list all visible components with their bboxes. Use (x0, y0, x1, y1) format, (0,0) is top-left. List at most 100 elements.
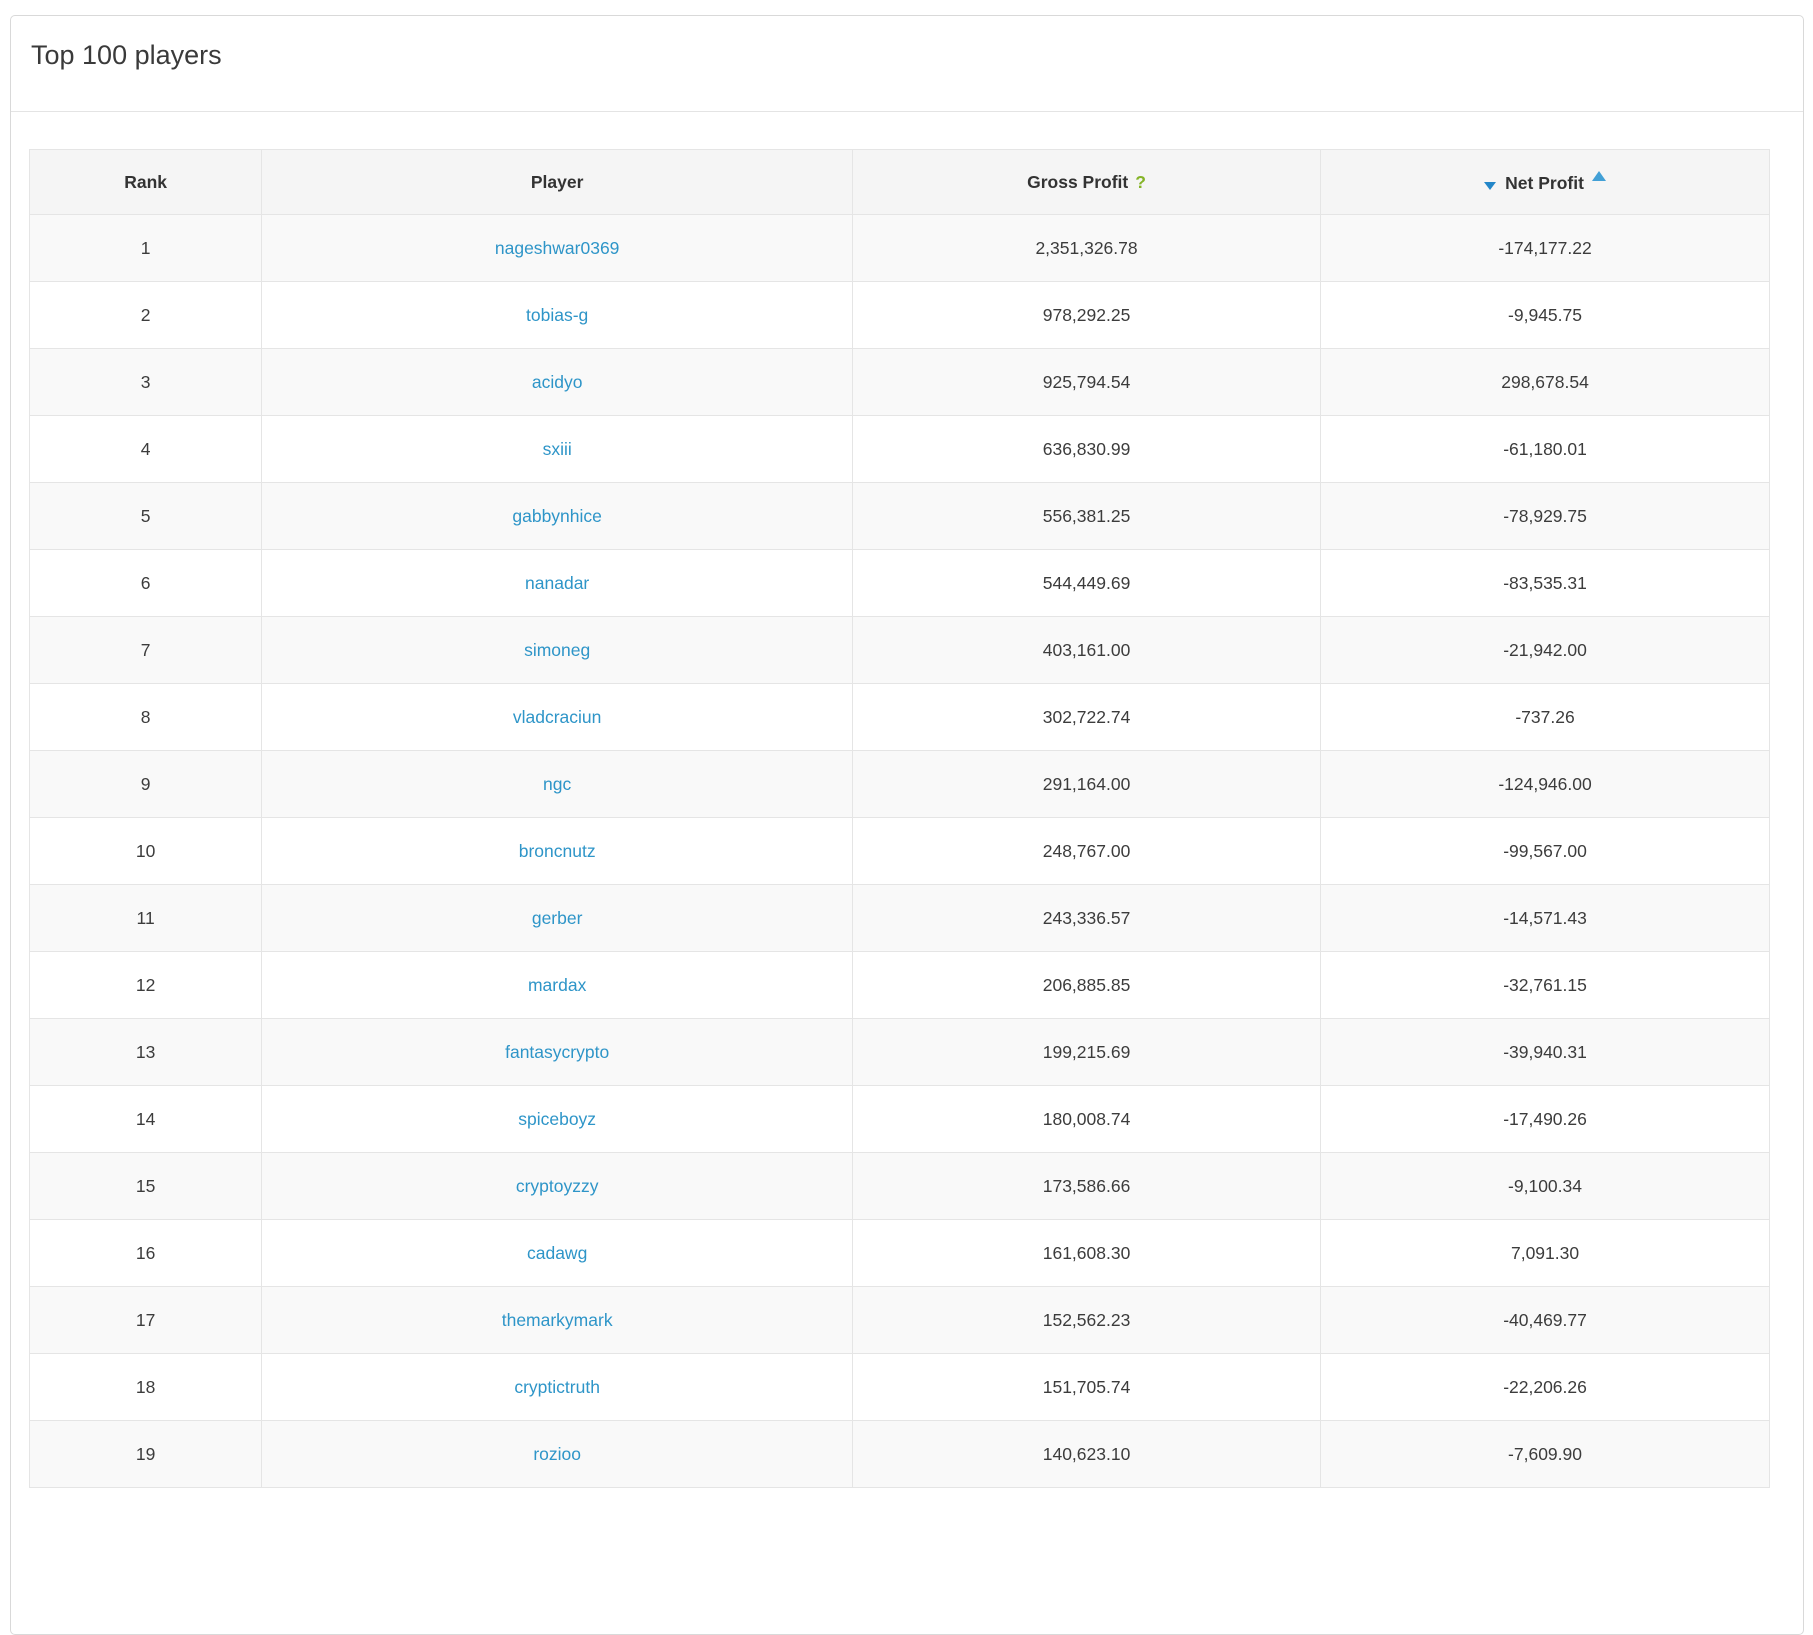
net-profit-cell: -83,535.31 (1320, 549, 1770, 617)
net-profit-cell: -7,609.90 (1320, 1420, 1770, 1488)
player-link[interactable]: cryptoyzzy (516, 1176, 599, 1196)
gross-profit-cell: 636,830.99 (852, 415, 1322, 483)
gross-profit-cell: 199,215.69 (852, 1018, 1322, 1086)
table-row: 7 simoneg 403,161.00 -21,942.00 (28, 616, 1770, 684)
column-header-player: Player (261, 149, 854, 215)
net-profit-cell: -61,180.01 (1320, 415, 1770, 483)
player-cell: cryptoyzzy (261, 1152, 854, 1220)
table-row: 18 cryptictruth 151,705.74 -22,206.26 (28, 1353, 1770, 1421)
player-cell: acidyo (261, 348, 854, 416)
gross-profit-cell: 302,722.74 (852, 683, 1322, 751)
player-link[interactable]: simoneg (524, 640, 590, 660)
sort-asc-icon (1591, 170, 1606, 181)
player-link[interactable]: gerber (532, 908, 583, 928)
net-profit-cell: -39,940.31 (1320, 1018, 1770, 1086)
rank-cell: 5 (28, 482, 263, 550)
gross-profit-cell: 403,161.00 (852, 616, 1322, 684)
player-link[interactable]: tobias-g (526, 305, 588, 325)
net-profit-cell: -17,490.26 (1320, 1085, 1770, 1153)
player-link[interactable]: themarkymark (502, 1310, 613, 1330)
player-cell: themarkymark (261, 1286, 854, 1354)
player-cell: rozioo (261, 1420, 854, 1488)
player-link[interactable]: rozioo (533, 1444, 581, 1464)
player-cell: spiceboyz (261, 1085, 854, 1153)
rank-cell: 4 (28, 415, 263, 483)
net-profit-cell: -9,100.34 (1320, 1152, 1770, 1220)
net-profit-cell: -40,469.77 (1320, 1286, 1770, 1354)
player-link[interactable]: nageshwar0369 (495, 238, 620, 258)
player-cell: tobias-g (261, 281, 854, 349)
player-cell: mardax (261, 951, 854, 1019)
gross-profit-cell: 291,164.00 (852, 750, 1322, 818)
player-cell: ngc (261, 750, 854, 818)
rank-cell: 13 (28, 1018, 263, 1086)
gross-profit-cell: 243,336.57 (852, 884, 1322, 952)
column-header-net-profit[interactable]: Net Profit (1320, 149, 1770, 215)
table-row: 11 gerber 243,336.57 -14,571.43 (28, 884, 1770, 952)
player-link[interactable]: broncnutz (519, 841, 596, 861)
gross-profit-cell: 151,705.74 (852, 1353, 1322, 1421)
player-cell: simoneg (261, 616, 854, 684)
gross-profit-cell: 161,608.30 (852, 1219, 1322, 1287)
player-link[interactable]: nanadar (525, 573, 589, 593)
net-profit-header-label: Net Profit (1505, 172, 1584, 193)
net-profit-cell: 298,678.54 (1320, 348, 1770, 416)
player-link[interactable]: acidyo (532, 372, 583, 392)
table-row: 15 cryptoyzzy 173,586.66 -9,100.34 (28, 1152, 1770, 1220)
gross-profit-cell: 248,767.00 (852, 817, 1322, 885)
gross-profit-cell: 173,586.66 (852, 1152, 1322, 1220)
gross-profit-cell: 978,292.25 (852, 281, 1322, 349)
table-row: 5 gabbynhice 556,381.25 -78,929.75 (28, 482, 1770, 550)
player-cell: broncnutz (261, 817, 854, 885)
rank-cell: 9 (28, 750, 263, 818)
player-link[interactable]: ngc (543, 774, 571, 794)
net-profit-cell: -22,206.26 (1320, 1353, 1770, 1421)
net-profit-cell: -21,942.00 (1320, 616, 1770, 684)
gross-profit-cell: 180,008.74 (852, 1085, 1322, 1153)
player-cell: nanadar (261, 549, 854, 617)
net-profit-cell: -14,571.43 (1320, 884, 1770, 952)
player-link[interactable]: cryptictruth (514, 1377, 600, 1397)
sort-desc-icon[interactable] (1484, 181, 1497, 190)
player-link[interactable]: fantasycrypto (505, 1042, 609, 1062)
player-cell: gerber (261, 884, 854, 952)
table-row: 8 vladcraciun 302,722.74 -737.26 (28, 683, 1770, 751)
table-body: 1 nageshwar0369 2,351,326.78 -174,177.22… (28, 214, 1770, 1488)
player-header-label: Player (530, 171, 584, 192)
net-profit-cell: -124,946.00 (1320, 750, 1770, 818)
help-icon[interactable]: ? (1135, 172, 1146, 192)
player-link[interactable]: vladcraciun (513, 707, 602, 727)
rank-cell: 14 (28, 1085, 263, 1153)
player-cell: cryptictruth (261, 1353, 854, 1421)
player-link[interactable]: gabbynhice (512, 506, 602, 526)
player-link[interactable]: sxiii (543, 439, 572, 459)
player-cell: cadawg (261, 1219, 854, 1287)
players-table: Rank Player Gross Profit? Net Profit 1 n… (28, 149, 1770, 1488)
top-players-card: Top 100 players Rank Player Gross Profit… (10, 15, 1804, 1635)
player-link[interactable]: cadawg (527, 1243, 587, 1263)
rank-cell: 2 (28, 281, 263, 349)
rank-cell: 15 (28, 1152, 263, 1220)
player-cell: sxiii (261, 415, 854, 483)
table-row: 19 rozioo 140,623.10 -7,609.90 (28, 1420, 1770, 1488)
player-link[interactable]: spiceboyz (518, 1109, 596, 1129)
player-link[interactable]: mardax (528, 975, 586, 995)
table-row: 4 sxiii 636,830.99 -61,180.01 (28, 415, 1770, 483)
table-row: 10 broncnutz 248,767.00 -99,567.00 (28, 817, 1770, 885)
rank-cell: 10 (28, 817, 263, 885)
table-row: 13 fantasycrypto 199,215.69 -39,940.31 (28, 1018, 1770, 1086)
rank-cell: 16 (28, 1219, 263, 1287)
rank-cell: 3 (28, 348, 263, 416)
table-row: 17 themarkymark 152,562.23 -40,469.77 (28, 1286, 1770, 1354)
gross-profit-header-label: Gross Profit (1027, 171, 1129, 192)
gross-profit-cell: 925,794.54 (852, 348, 1322, 416)
table-row: 14 spiceboyz 180,008.74 -17,490.26 (28, 1085, 1770, 1153)
table-header-row: Rank Player Gross Profit? Net Profit (28, 149, 1770, 215)
rank-cell: 11 (28, 884, 263, 952)
gross-profit-cell: 140,623.10 (852, 1420, 1322, 1488)
net-profit-cell: 7,091.30 (1320, 1219, 1770, 1287)
rank-cell: 6 (28, 549, 263, 617)
rank-cell: 17 (28, 1286, 263, 1354)
column-header-rank: Rank (28, 149, 263, 215)
rank-cell: 18 (28, 1353, 263, 1421)
